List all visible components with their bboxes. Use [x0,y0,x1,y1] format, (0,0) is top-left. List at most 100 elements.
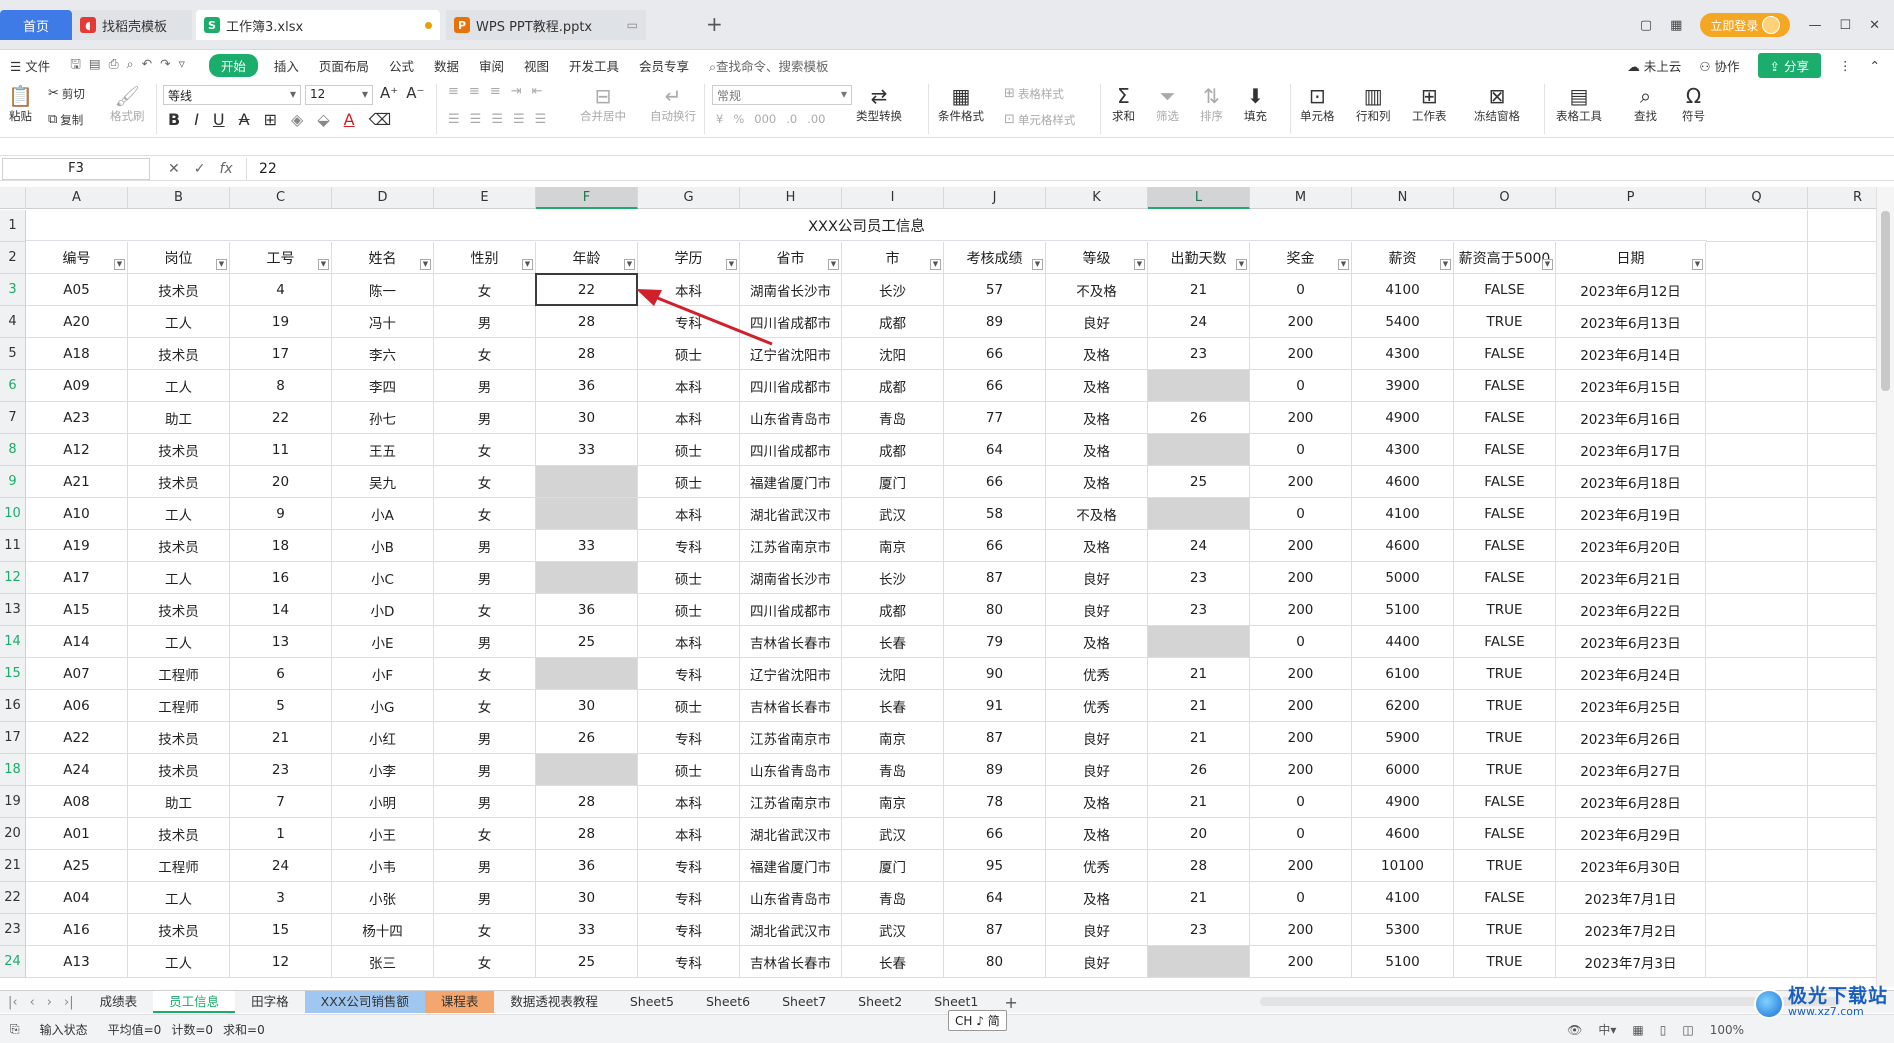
cell-Q2[interactable] [1706,242,1808,274]
cell-F18[interactable] [536,754,638,786]
cell-H24[interactable]: 吉林省长春市 [740,946,842,978]
cell-C11[interactable]: 18 [230,530,332,562]
merge-button[interactable]: ⊟ 合并居中 [580,84,626,124]
cell-E8[interactable]: 女 [434,434,536,466]
cell-N24[interactable]: 5100 [1352,946,1454,978]
cell-J18[interactable]: 89 [944,754,1046,786]
align-bottom-icon[interactable]: ≡ [490,84,501,99]
cloud-status[interactable]: ☁ 未上云 [1627,56,1681,75]
tab-home[interactable]: 首页 [0,10,72,40]
copy-button[interactable]: ⧉ 复制 [48,112,83,128]
cell-H10[interactable]: 湖北省武汉市 [740,498,842,530]
sheet-tab-sales[interactable]: XXX公司销售额 [304,991,425,1013]
cell-N8[interactable]: 4300 [1352,434,1454,466]
cell-R1[interactable] [1808,210,1876,242]
cell-P22[interactable]: 2023年7月1日 [1556,882,1706,914]
fill-color-icon[interactable]: ◈ [291,110,303,129]
cell-O21[interactable]: TRUE [1454,850,1556,882]
cell-G8[interactable]: 硕士 [638,434,740,466]
header-cell-B[interactable]: 岗位 ▼ [128,242,230,274]
cell-F22[interactable]: 30 [536,882,638,914]
cell-E10[interactable]: 女 [434,498,536,530]
cell-M24[interactable]: 200 [1250,946,1352,978]
freeze-button[interactable]: ⊠ 冻结窗格 [1474,84,1520,124]
cell-C24[interactable]: 12 [230,946,332,978]
cell-F19[interactable]: 28 [536,786,638,818]
cell-Q19[interactable] [1706,786,1808,818]
row-header-22[interactable]: 22 [0,882,26,914]
cell-O13[interactable]: TRUE [1454,594,1556,626]
cell-P17[interactable]: 2023年6月26日 [1556,722,1706,754]
cell-Q18[interactable] [1706,754,1808,786]
cell-Q20[interactable] [1706,818,1808,850]
header-cell-H[interactable]: 省市 ▼ [740,242,842,274]
cell-J8[interactable]: 64 [944,434,1046,466]
cell-G16[interactable]: 硕士 [638,690,740,722]
cell-A17[interactable]: A22 [26,722,128,754]
cell-A23[interactable]: A16 [26,914,128,946]
cell-A21[interactable]: A25 [26,850,128,882]
cell-K8[interactable]: 及格 [1046,434,1148,466]
cell-O17[interactable]: TRUE [1454,722,1556,754]
cell-E20[interactable]: 女 [434,818,536,850]
cell-F14[interactable]: 25 [536,626,638,658]
cell-C21[interactable]: 24 [230,850,332,882]
menu-page-layout[interactable]: 页面布局 [309,56,379,75]
cell-N7[interactable]: 4900 [1352,402,1454,434]
menu-insert[interactable]: 插入 [264,56,309,75]
cell-K6[interactable]: 及格 [1046,370,1148,402]
cell-O5[interactable]: FALSE [1454,338,1556,370]
cell-R24[interactable] [1808,946,1876,978]
symbol-button[interactable]: Ω 符号 [1682,84,1705,124]
cell-G14[interactable]: 本科 [638,626,740,658]
filter-dropdown-icon[interactable]: ▼ [1032,259,1043,270]
cell-C22[interactable]: 3 [230,882,332,914]
cell-F7[interactable]: 30 [536,402,638,434]
menu-member[interactable]: 会员专享 [629,56,699,75]
cancel-icon[interactable]: ✕ [168,161,180,177]
cell-J17[interactable]: 87 [944,722,1046,754]
cell-R20[interactable] [1808,818,1876,850]
cell-A6[interactable]: A09 [26,370,128,402]
cell-I8[interactable]: 成都 [842,434,944,466]
cell-C14[interactable]: 13 [230,626,332,658]
cell-J5[interactable]: 66 [944,338,1046,370]
cell-E22[interactable]: 男 [434,882,536,914]
cell-C18[interactable]: 23 [230,754,332,786]
cell-F13[interactable]: 36 [536,594,638,626]
cell-Q4[interactable] [1706,306,1808,338]
cell-H21[interactable]: 福建省厦门市 [740,850,842,882]
row-header-12[interactable]: 12 [0,562,26,594]
align-right-icon[interactable]: ☰ [491,112,503,127]
cell-P3[interactable]: 2023年6月12日 [1556,274,1706,306]
cell-A20[interactable]: A01 [26,818,128,850]
cell-Q16[interactable] [1706,690,1808,722]
header-cell-P[interactable]: 日期 ▼ [1556,242,1706,274]
cell-E19[interactable]: 男 [434,786,536,818]
cell-J12[interactable]: 87 [944,562,1046,594]
cell-M8[interactable]: 0 [1250,434,1352,466]
cell-O20[interactable]: FALSE [1454,818,1556,850]
thousands-icon[interactable]: 000 [754,112,776,126]
cell-G10[interactable]: 本科 [638,498,740,530]
format-painter-button[interactable]: 🖌 格式刷 [110,84,145,124]
cell-H20[interactable]: 湖北省武汉市 [740,818,842,850]
cell-L10[interactable] [1148,498,1250,530]
last-sheet-icon[interactable]: ›| [64,995,74,1010]
cell-Q22[interactable] [1706,882,1808,914]
column-header-J[interactable]: J [944,187,1046,209]
filter-dropdown-icon[interactable]: ▼ [1338,259,1349,270]
column-header-H[interactable]: H [740,187,842,209]
cell-L22[interactable]: 21 [1148,882,1250,914]
cell-P5[interactable]: 2023年6月14日 [1556,338,1706,370]
cell-R14[interactable] [1808,626,1876,658]
cell-A11[interactable]: A19 [26,530,128,562]
cell-A7[interactable]: A23 [26,402,128,434]
cell-H4[interactable]: 四川省成都市 [740,306,842,338]
cell-L12[interactable]: 23 [1148,562,1250,594]
new-tab-button[interactable]: + [706,12,723,36]
cell-C4[interactable]: 19 [230,306,332,338]
cell-F15[interactable] [536,658,638,690]
header-cell-K[interactable]: 等级 ▼ [1046,242,1148,274]
column-header-A[interactable]: A [26,187,128,209]
